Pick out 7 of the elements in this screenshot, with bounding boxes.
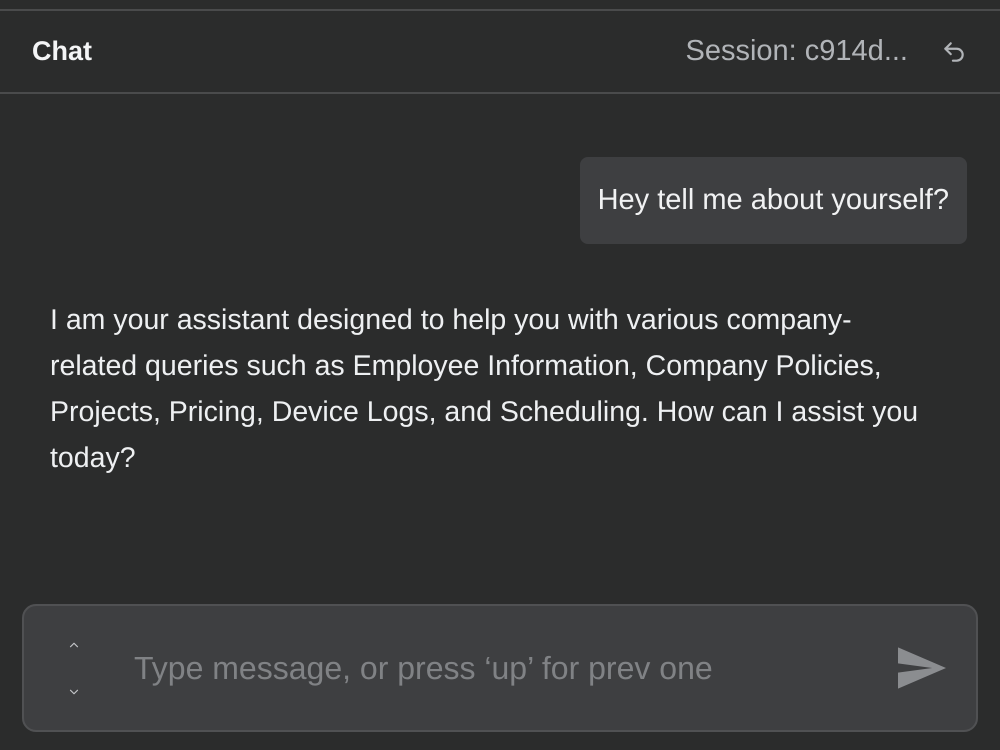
send-icon xyxy=(898,647,946,689)
user-message-bubble: Hey tell me about yourself? xyxy=(580,157,967,244)
chat-title: Chat xyxy=(32,35,92,68)
message-input[interactable]: Type message, or press ‘up’ for prev one xyxy=(134,644,878,692)
assistant-message: I am your assistant designed to help you with various company-related queries such as Employee Information, Company Policies, Projects, Pricing, Device Logs, and Scheduling. How can I assist you today? xyxy=(50,303,920,476)
session-label: Session: c914d... xyxy=(686,34,908,69)
message-composer[interactable]: Type message, or press ‘up’ for prev one xyxy=(22,604,978,732)
